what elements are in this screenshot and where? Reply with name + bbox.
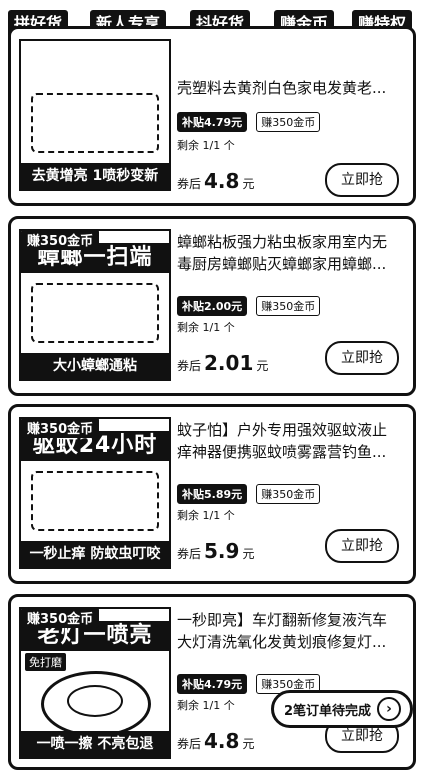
subsidy-badge: 补贴5.89元 [177,484,248,504]
price: 券后 4.8 元 [177,169,254,193]
product-card[interactable]: 老灯一喷亮 免打磨 一喷一擦 不亮包退 赚350金币 一秒即亮】车灯翻新修复液汽… [8,594,416,770]
product-image-caption: 大小蟑螂通粘 [21,353,169,379]
stock-remaining: 剩余 1/1 个 [177,321,235,334]
coin-reward-tag: 赚350金币 [21,229,100,250]
product-image-texture [31,93,159,153]
coin-badge: 赚350金币 [256,112,321,132]
product-title[interactable]: 一秒即亮】车灯翻新修复液汽车大灯清洗氧化发黄划痕修复灯... [177,609,399,653]
product-image[interactable]: 去黄增亮 1喷秒变新 [19,39,171,191]
price: 券后 5.9 元 [177,539,254,563]
product-badges: 补贴4.79元 赚350金币 [177,111,324,132]
stock-remaining: 剩余 1/1 个 [177,139,235,152]
product-image-caption: 一秒止痒 防蚊虫叮咬 [21,541,169,567]
subsidy-badge: 补贴2.00元 [177,296,248,316]
product-card[interactable]: 去黄增亮 1喷秒变新 壳塑料去黄剂白色家电发黄老... 补贴4.79元 赚350… [8,26,416,206]
product-image[interactable]: 蟑螂一扫端 大小蟑螂通粘 [19,229,171,381]
product-image-tag: 免打磨 [25,653,66,671]
grab-button[interactable]: 立即抢 [325,529,399,563]
price-amount: 4.8 [204,729,240,753]
grab-button[interactable]: 立即抢 [325,163,399,197]
price-unit: 元 [242,177,255,191]
product-image-texture [31,471,159,531]
product-image-texture [31,283,159,343]
product-card[interactable]: 蟑螂一扫端 大小蟑螂通粘 赚350金币 蟑螂粘板强力粘虫板家用室内无毒厨房蟑螂贴… [8,216,416,396]
stock-remaining: 剩余 1/1 个 [177,509,235,522]
subsidy-badge: 补贴4.79元 [177,112,248,132]
price-prefix: 券后 [177,547,202,561]
price-prefix: 券后 [177,177,202,191]
product-badges: 补贴5.89元 赚350金币 [177,483,324,504]
coin-badge: 赚350金币 [256,296,321,316]
product-badges: 补贴2.00元 赚350金币 [177,295,324,316]
subsidy-badge: 补贴4.79元 [177,674,248,694]
product-image-caption: 一喷一擦 不亮包退 [21,731,169,757]
stock-remaining: 剩余 1/1 个 [177,699,235,712]
price-prefix: 券后 [177,737,202,751]
pending-orders-toast[interactable]: 2笔订单待完成 › [271,690,413,728]
price: 券后 4.8 元 [177,729,254,753]
product-image[interactable]: 老灯一喷亮 免打磨 一喷一擦 不亮包退 [19,607,171,759]
chevron-right-icon: › [377,697,402,721]
product-title[interactable]: 蟑螂粘板强力粘虫板家用室内无毒厨房蟑螂贴灭蟑螂家用蟑螂... [177,231,399,275]
price-amount: 5.9 [204,539,240,563]
coin-reward-tag: 赚350金币 [21,417,100,438]
pending-orders-text: 2笔订单待完成 [284,703,372,719]
product-image[interactable]: 驱蚊24小时 一秒止痒 防蚊虫叮咬 [19,417,171,569]
product-title[interactable]: 壳塑料去黄剂白色家电发黄老... [177,77,399,99]
grab-button[interactable]: 立即抢 [325,341,399,375]
price-unit: 元 [242,547,255,561]
headlight-lens-illustration [67,685,123,717]
product-card[interactable]: 驱蚊24小时 一秒止痒 防蚊虫叮咬 赚350金币 蚊子怕】户外专用强效驱蚊液止痒… [8,404,416,584]
price-prefix: 券后 [177,359,202,373]
price-unit: 元 [242,737,255,751]
product-image-caption: 去黄增亮 1喷秒变新 [21,163,169,189]
coin-badge: 赚350金币 [256,484,321,504]
product-title[interactable]: 蚊子怕】户外专用强效驱蚊液止痒神器便携驱蚊喷雾露营钓鱼... [177,419,399,463]
coin-reward-tag: 赚350金币 [21,607,100,628]
price-unit: 元 [256,359,269,373]
price: 券后 2.01 元 [177,351,268,375]
price-amount: 4.8 [204,169,240,193]
price-amount: 2.01 [204,351,254,375]
